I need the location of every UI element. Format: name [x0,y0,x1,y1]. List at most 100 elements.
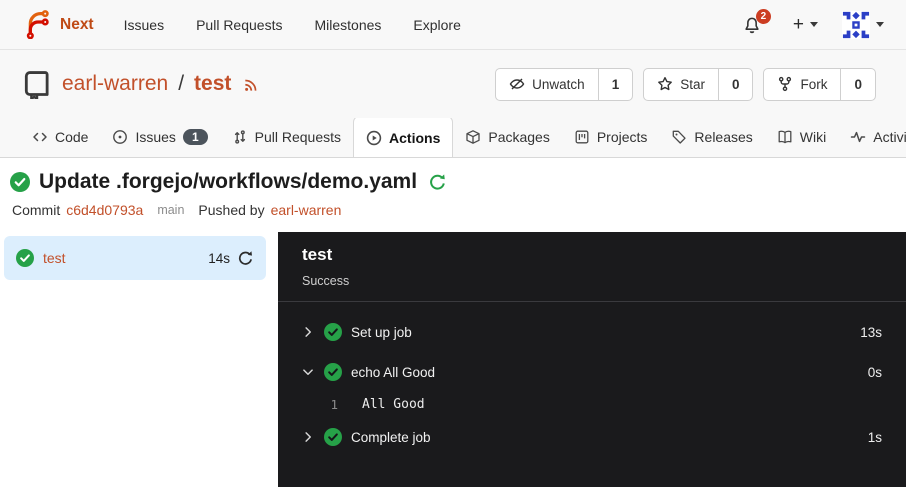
step-duration: 1s [868,430,882,445]
tab-pull-requests[interactable]: Pull Requests [220,118,353,157]
forgejo-logo-icon [22,10,51,39]
repo-name-link[interactable]: test [194,72,231,96]
watch-button-group: Unwatch 1 [495,68,633,101]
step-list: Set up job 13s echo All Good 0s 1 All Go… [278,302,906,457]
job-duration: 14s [208,251,230,266]
tab-label: Activity [873,129,906,145]
repo-header: earl-warren / test Unwatch 1 [0,50,906,118]
star-button[interactable]: Star [644,69,718,100]
job-list-item-test[interactable]: test 14s [4,236,266,280]
step-complete-job[interactable]: Complete job 1s [278,417,906,457]
forgejo-brand[interactable]: Next [22,10,94,39]
success-check-icon [10,172,30,192]
pushed-by-label: Pushed by [198,202,264,218]
fork-count[interactable]: 0 [840,69,875,100]
step-label: echo All Good [351,365,435,380]
commit-label: Commit [12,202,60,218]
create-new-button[interactable]: + [793,14,818,36]
unwatch-label: Unwatch [532,77,585,92]
tab-label: Pull Requests [255,129,341,145]
job-name: test [43,250,66,266]
log-line-text: All Good [362,397,425,412]
repo-title: earl-warren / test [22,69,260,99]
repo-separator: / [178,72,184,96]
fork-button[interactable]: Fork [764,69,840,100]
repo-action-buttons: Unwatch 1 Star 0 [495,68,876,101]
nav-item-explore[interactable]: Explore [413,17,460,33]
tab-actions[interactable]: Actions [353,118,453,158]
tab-code[interactable]: Code [20,118,100,157]
fork-icon [777,76,793,92]
chevron-down-icon [810,22,818,27]
job-list: test 14s [0,232,278,487]
user-menu[interactable] [842,11,884,39]
fork-label: Fork [800,77,827,92]
job-log-panel: test Success Set up job 13s [278,232,906,487]
repo-owner-link[interactable]: earl-warren [62,72,168,96]
tab-label: Wiki [800,129,826,145]
code-icon [32,129,48,145]
run-content: test 14s test Success [0,232,906,487]
tab-packages[interactable]: Packages [453,118,561,157]
nav-item-issues[interactable]: Issues [124,17,164,33]
tab-label: Actions [389,130,440,146]
tab-projects[interactable]: Projects [562,118,660,157]
step-duration: 13s [860,325,882,340]
commit-sha-link[interactable]: c6d4d0793a [66,202,143,218]
step-echo-all-good[interactable]: echo All Good 0s [278,352,906,392]
navbar-right: 2 + [743,11,884,39]
notifications-button[interactable]: 2 [743,16,769,34]
actions-play-icon [366,130,382,146]
rerun-workflow-icon[interactable] [428,173,447,192]
tab-activity[interactable]: Activity [838,118,906,157]
issues-count-badge: 1 [183,129,208,145]
tab-label: Projects [597,129,648,145]
success-check-icon [324,363,342,381]
step-label: Complete job [351,430,431,445]
nav-item-pull-requests[interactable]: Pull Requests [196,17,282,33]
tab-wiki[interactable]: Wiki [765,118,838,157]
step-duration: 0s [868,365,882,380]
star-icon [657,76,673,92]
unwatch-button[interactable]: Unwatch [496,69,598,100]
rss-icon[interactable] [243,76,260,93]
success-check-icon [324,428,342,446]
tab-releases[interactable]: Releases [659,118,764,157]
tab-label: Code [55,129,88,145]
repo-tabs: Code Issues 1 Pull Requests Actions Pack… [0,118,906,158]
rerun-job-icon[interactable] [237,250,254,267]
nav-item-milestones[interactable]: Milestones [314,17,381,33]
tag-icon [671,129,687,145]
log-line-number: 1 [324,397,338,412]
job-status: Success [302,274,882,288]
chevron-down-icon [302,366,314,378]
project-board-icon [574,129,590,145]
notification-count-badge: 2 [756,9,771,24]
star-label: Star [680,77,705,92]
fork-button-group: Fork 0 [763,68,876,101]
step-set-up-job[interactable]: Set up job 13s [278,312,906,352]
pusher-link[interactable]: earl-warren [271,202,342,218]
issue-icon [112,129,128,145]
plus-icon: + [793,14,804,36]
run-title: Update .forgejo/workflows/demo.yaml [39,170,417,194]
success-check-icon [16,249,34,267]
job-log-header: test Success [278,232,906,302]
actions-run-page: Update .forgejo/workflows/demo.yaml Comm… [0,158,906,487]
eye-slash-icon [509,76,525,92]
tab-issues[interactable]: Issues 1 [100,118,219,157]
watch-count[interactable]: 1 [598,69,633,100]
tab-label: Packages [488,129,549,145]
branch-label[interactable]: main [157,203,184,217]
brand-label: Next [60,16,94,34]
wiki-book-icon [777,129,793,145]
tab-label: Issues [135,129,175,145]
tab-label: Releases [694,129,752,145]
star-count[interactable]: 0 [718,69,753,100]
run-title-row: Update .forgejo/workflows/demo.yaml [0,170,906,194]
activity-pulse-icon [850,129,866,145]
star-button-group: Star 0 [643,68,753,101]
package-icon [465,129,481,145]
top-navbar: Next Issues Pull Requests Milestones Exp… [0,0,906,50]
nav-links: Issues Pull Requests Milestones Explore [124,17,461,33]
